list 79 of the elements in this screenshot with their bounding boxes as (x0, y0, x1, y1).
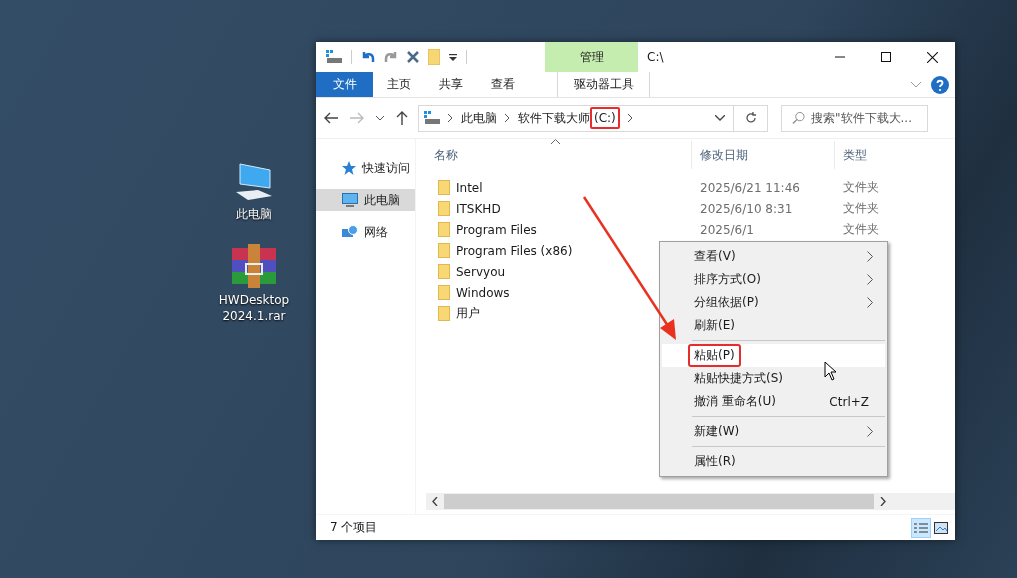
sidebar-item[interactable]: 此电脑 (316, 189, 415, 211)
file-name[interactable]: 用户 (456, 305, 480, 322)
drive-icon (424, 111, 440, 125)
file-name[interactable]: Windows (456, 285, 510, 300)
dropdown-icon[interactable] (449, 53, 457, 61)
desktop-icon-label[interactable]: HWDesktop 2024.1.rar (218, 292, 290, 324)
breadcrumb[interactable]: 此电脑 (461, 109, 497, 127)
drive-icon[interactable] (326, 50, 342, 64)
file-type: 文件夹 (843, 180, 879, 194)
search-field[interactable]: 搜索"软件下载大... (811, 111, 921, 125)
folder-icon (438, 243, 450, 258)
back-icon[interactable] (324, 112, 338, 124)
file-tab[interactable]: 文件 (316, 72, 373, 97)
folder-icon (438, 264, 450, 279)
maximize-icon (881, 52, 891, 62)
folder-icon (438, 201, 450, 216)
file-type: 文件夹 (843, 222, 879, 236)
search-icon (792, 111, 805, 125)
scroll-left-icon[interactable] (432, 497, 438, 506)
file-name[interactable]: Servyou (456, 264, 506, 279)
help-icon[interactable] (931, 75, 949, 94)
archive-icon[interactable] (230, 244, 278, 288)
column-header[interactable]: 名称 (426, 141, 691, 169)
modified-date: 2025/6/21 11:46 (700, 180, 800, 195)
sort-caret-icon (551, 139, 560, 144)
menu-item[interactable]: 查看(V) (662, 245, 885, 268)
desktop-icon-label[interactable]: 此电脑 (236, 206, 272, 222)
menu-item[interactable]: 粘贴(P) (662, 344, 885, 367)
menu-item[interactable]: 属性(R) (662, 450, 885, 473)
up-icon[interactable] (396, 111, 408, 125)
sidebar-item[interactable]: 网络 (316, 221, 415, 243)
star-icon (342, 161, 356, 175)
folder-icon (438, 285, 450, 300)
menu-item[interactable]: 刷新(E) (662, 314, 885, 337)
folder-icon (438, 180, 450, 195)
file-name[interactable]: Intel (456, 180, 483, 195)
menu-item[interactable]: 新建(W) (662, 420, 885, 443)
redo-icon[interactable] (384, 50, 398, 64)
ribbon-tab[interactable]: 共享 (425, 72, 477, 97)
chevron-right-icon[interactable] (448, 114, 453, 122)
details-view-icon (914, 521, 928, 534)
menu-item[interactable]: 分组依据(P) (662, 291, 885, 314)
sidebar-item[interactable]: 快速访问 (316, 157, 415, 179)
breadcrumb[interactable]: 软件下载大师 (C:) (518, 109, 620, 127)
file-name[interactable]: Program Files (x86) (456, 243, 573, 258)
refresh-icon (744, 112, 757, 124)
file-type: 文件夹 (843, 201, 879, 215)
folder-icon (438, 222, 450, 237)
search-box[interactable]: 搜索"软件下载大... (781, 104, 928, 132)
ribbon-tab[interactable]: 查看 (477, 72, 529, 97)
file-name[interactable]: ITSKHD (456, 201, 501, 216)
ribbon-tab[interactable]: 主页 (373, 72, 425, 97)
modified-date: 2025/6/10 8:31 (700, 201, 793, 216)
chevron-right-icon[interactable] (505, 114, 510, 122)
column-header[interactable]: 类型 (834, 141, 955, 169)
contextual-tab-group: 管理 (545, 42, 638, 72)
scroll-right-icon[interactable] (880, 497, 886, 506)
computer-icon (342, 193, 358, 207)
delete-icon[interactable] (407, 51, 419, 63)
mouse-pointer-icon (824, 361, 837, 381)
recent-locations-icon[interactable] (376, 115, 384, 121)
modified-date: 2025/6/1 (700, 222, 754, 237)
horizontal-scrollbar[interactable] (426, 493, 955, 510)
chevron-right-icon[interactable] (627, 114, 633, 122)
chevron-down-icon[interactable] (715, 115, 725, 121)
close-icon (926, 51, 938, 63)
menu-item[interactable]: 撤消 重命名(U) Ctrl+Z (662, 390, 885, 413)
refresh-button[interactable] (734, 104, 768, 132)
column-header[interactable]: 修改日期 (691, 141, 834, 169)
menu-item[interactable]: 排序方式(O) (662, 268, 885, 291)
item-count: 7 个项目 (330, 519, 378, 536)
folder-icon (438, 306, 450, 321)
address-bar[interactable]: 此电脑 软件下载大师 (C:) (418, 104, 734, 132)
window-title: C:\ (647, 50, 664, 64)
undo-icon[interactable] (361, 50, 375, 64)
file-name[interactable]: Program Files (456, 222, 537, 237)
picture-icon (934, 521, 948, 534)
network-icon (342, 225, 358, 239)
menu-item[interactable]: 粘贴快捷方式(S) (662, 367, 885, 390)
